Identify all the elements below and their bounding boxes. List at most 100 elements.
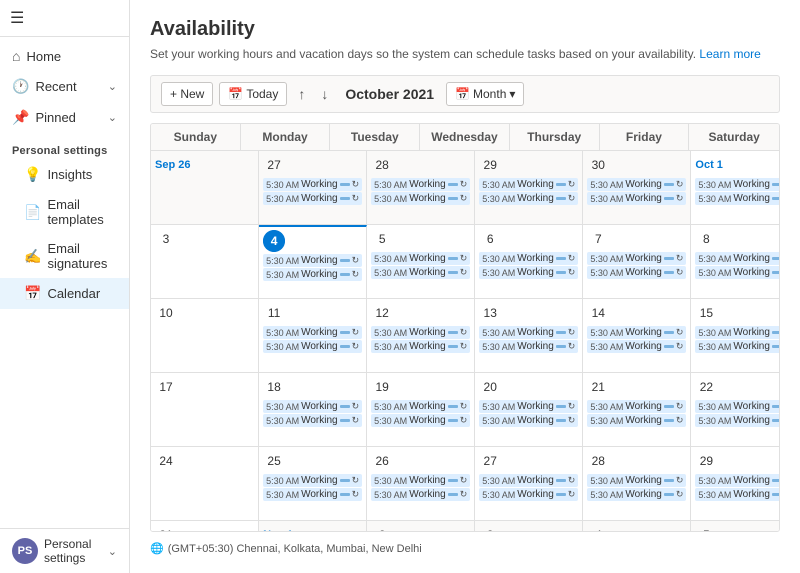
cal-cell-17[interactable]: 17 <box>151 373 259 447</box>
sidebar-item-insights[interactable]: 💡 Insights <box>0 159 129 190</box>
cal-cell-1[interactable]: Nov 15:30 AM Working ↻5:30 AM Working ↻ <box>259 521 367 532</box>
cal-cell-11[interactable]: 115:30 AM Working ↻5:30 AM Working ↻ <box>259 299 367 373</box>
cal-cell-2[interactable]: 25:30 AM Working ↻5:30 AM Working ↻ <box>367 521 475 532</box>
cal-cell-24[interactable]: 24 <box>151 447 259 521</box>
cal-cell-25[interactable]: 255:30 AM Working ↻5:30 AM Working ↻ <box>259 447 367 521</box>
cal-event[interactable]: 5:30 AM Working ↻ <box>587 326 686 339</box>
cal-cell-3[interactable]: 35:30 AM Working ↻5:30 AM Working ↻ <box>475 521 583 532</box>
cal-cell-1[interactable]: Oct 15:30 AM Working ↻5:30 AM Working ↻ <box>691 151 780 225</box>
cal-cell-12[interactable]: 125:30 AM Working ↻5:30 AM Working ↻ <box>367 299 475 373</box>
cal-event[interactable]: 5:30 AM Working ↻ <box>695 340 780 353</box>
cal-cell-30[interactable]: 305:30 AM Working ↻5:30 AM Working ↻ <box>583 151 691 225</box>
cal-event[interactable]: 5:30 AM Working ↻ <box>263 474 362 487</box>
sidebar-item-email-templates[interactable]: 📄 Email templates <box>0 190 129 234</box>
cal-event[interactable]: 5:30 AM Working ↻ <box>695 488 780 501</box>
cal-cell-5[interactable]: 55:30 AM Working ↻5:30 AM Working ↻ <box>367 225 475 299</box>
cal-event[interactable]: 5:30 AM Working ↻ <box>479 414 578 427</box>
cal-cell-31[interactable]: 315:30 AM Working ↻5:30 AM Working ↻ <box>151 521 259 532</box>
cal-cell-3[interactable]: 3 <box>151 225 259 299</box>
sidebar-item-home[interactable]: ⌂ Home <box>0 41 129 71</box>
cal-event[interactable]: 5:30 AM Working ↻ <box>263 268 362 281</box>
sidebar-item-pinned[interactable]: 📌 Pinned ⌄ <box>0 102 129 133</box>
cal-event[interactable]: 5:30 AM Working ↻ <box>371 192 470 205</box>
cal-event[interactable]: 5:30 AM Working ↻ <box>479 252 578 265</box>
sidebar-item-calendar[interactable]: 📅 Calendar <box>0 278 129 309</box>
cal-cell-18[interactable]: 185:30 AM Working ↻5:30 AM Working ↻ <box>259 373 367 447</box>
cal-event[interactable]: 5:30 AM Working ↻ <box>479 266 578 279</box>
cal-cell-10[interactable]: 10 <box>151 299 259 373</box>
cal-event[interactable]: 5:30 AM Working ↻ <box>695 400 780 413</box>
cal-event[interactable]: 5:30 AM Working ↻ <box>479 192 578 205</box>
today-button[interactable]: 📅 Today <box>219 82 287 106</box>
cal-event[interactable]: 5:30 AM Working ↻ <box>371 266 470 279</box>
cal-cell-4[interactable]: 45:30 AM Working ↻5:30 AM Working ↻ <box>259 225 367 299</box>
cal-event[interactable]: 5:30 AM Working ↻ <box>587 474 686 487</box>
cal-cell-29[interactable]: 295:30 AM Working ↻5:30 AM Working ↻ <box>691 447 780 521</box>
cal-event[interactable]: 5:30 AM Working ↻ <box>263 488 362 501</box>
cal-event[interactable]: 5:30 AM Working ↻ <box>587 340 686 353</box>
cal-cell-22[interactable]: 225:30 AM Working ↻5:30 AM Working ↻ <box>691 373 780 447</box>
cal-event[interactable]: 5:30 AM Working ↻ <box>587 400 686 413</box>
nav-down-button[interactable]: ↓ <box>316 83 333 105</box>
cal-cell-27[interactable]: 275:30 AM Working ↻5:30 AM Working ↻ <box>259 151 367 225</box>
cal-event[interactable]: 5:30 AM Working ↻ <box>263 400 362 413</box>
cal-event[interactable]: 5:30 AM Working ↻ <box>479 400 578 413</box>
cal-event[interactable]: 5:30 AM Working ↻ <box>263 254 362 267</box>
cal-event[interactable]: 5:30 AM Working ↻ <box>263 340 362 353</box>
sidebar-footer[interactable]: PS Personal settings ⌄ <box>0 528 129 573</box>
view-button[interactable]: 📅 Month ▾ <box>446 82 524 106</box>
cal-event[interactable]: 5:30 AM Working ↻ <box>263 178 362 191</box>
cal-event[interactable]: 5:30 AM Working ↻ <box>371 474 470 487</box>
cal-event[interactable]: 5:30 AM Working ↻ <box>371 400 470 413</box>
cal-cell-15[interactable]: 155:30 AM Working ↻5:30 AM Working ↻ <box>691 299 780 373</box>
cal-event[interactable]: 5:30 AM Working ↻ <box>695 192 780 205</box>
cal-cell-4[interactable]: 45:30 AM Working ↻5:30 AM Working ↻ <box>583 521 691 532</box>
cal-event[interactable]: 5:30 AM Working ↻ <box>587 266 686 279</box>
cal-event[interactable]: 5:30 AM Working ↻ <box>587 178 686 191</box>
cal-cell-20[interactable]: 205:30 AM Working ↻5:30 AM Working ↻ <box>475 373 583 447</box>
cal-event[interactable]: 5:30 AM Working ↻ <box>479 488 578 501</box>
cal-event[interactable]: 5:30 AM Working ↻ <box>695 326 780 339</box>
cal-event[interactable]: 5:30 AM Working ↻ <box>263 326 362 339</box>
cal-event[interactable]: 5:30 AM Working ↻ <box>587 488 686 501</box>
cal-event[interactable]: 5:30 AM Working ↻ <box>371 252 470 265</box>
nav-up-button[interactable]: ↑ <box>293 83 310 105</box>
cal-event[interactable]: 5:30 AM Working ↻ <box>479 178 578 191</box>
new-button[interactable]: + New <box>161 82 213 106</box>
cal-event[interactable]: 5:30 AM Working ↻ <box>587 192 686 205</box>
cal-cell-28[interactable]: 285:30 AM Working ↻5:30 AM Working ↻ <box>367 151 475 225</box>
cal-event[interactable]: 5:30 AM Working ↻ <box>263 414 362 427</box>
sidebar-item-recent[interactable]: 🕐 Recent ⌄ <box>0 71 129 102</box>
cal-cell-26[interactable]: 265:30 AM Working ↻5:30 AM Working ↻ <box>367 447 475 521</box>
cal-cell-29[interactable]: 295:30 AM Working ↻5:30 AM Working ↻ <box>475 151 583 225</box>
cal-cell-14[interactable]: 145:30 AM Working ↻5:30 AM Working ↻ <box>583 299 691 373</box>
cal-event[interactable]: 5:30 AM Working ↻ <box>371 326 470 339</box>
cal-event[interactable]: 5:30 AM Working ↻ <box>371 340 470 353</box>
cal-cell-7[interactable]: 75:30 AM Working ↻5:30 AM Working ↻ <box>583 225 691 299</box>
cal-event[interactable]: 5:30 AM Working ↻ <box>371 414 470 427</box>
cal-event[interactable]: 5:30 AM Working ↻ <box>695 414 780 427</box>
cal-event[interactable]: 5:30 AM Working ↻ <box>695 252 780 265</box>
cal-cell-28[interactable]: 285:30 AM Working ↻5:30 AM Working ↻ <box>583 447 691 521</box>
cal-event[interactable]: 5:30 AM Working ↻ <box>371 488 470 501</box>
cal-event[interactable]: 5:30 AM Working ↻ <box>695 266 780 279</box>
cal-event[interactable]: 5:30 AM Working ↻ <box>695 474 780 487</box>
cal-cell-5[interactable]: 55:30 AM Working ↻5:30 AM Working ↻ <box>691 521 780 532</box>
hamburger-icon[interactable]: ☰ <box>10 8 119 28</box>
cal-event[interactable]: 5:30 AM Working ↻ <box>695 178 780 191</box>
cal-event[interactable]: 5:30 AM Working ↻ <box>587 252 686 265</box>
cal-cell-26[interactable]: Sep 26 <box>151 151 259 225</box>
cal-event[interactable]: 5:30 AM Working ↻ <box>479 340 578 353</box>
cal-cell-8[interactable]: 85:30 AM Working ↻5:30 AM Working ↻ <box>691 225 780 299</box>
cal-cell-13[interactable]: 135:30 AM Working ↻5:30 AM Working ↻ <box>475 299 583 373</box>
cal-event[interactable]: 5:30 AM Working ↻ <box>479 474 578 487</box>
cal-cell-6[interactable]: 65:30 AM Working ↻5:30 AM Working ↻ <box>475 225 583 299</box>
learn-more-link[interactable]: Learn more <box>699 47 760 61</box>
cal-event[interactable]: 5:30 AM Working ↻ <box>371 178 470 191</box>
cal-event[interactable]: 5:30 AM Working ↻ <box>479 326 578 339</box>
cal-cell-19[interactable]: 195:30 AM Working ↻5:30 AM Working ↻ <box>367 373 475 447</box>
cal-event[interactable]: 5:30 AM Working ↻ <box>587 414 686 427</box>
cal-cell-27[interactable]: 275:30 AM Working ↻5:30 AM Working ↻ <box>475 447 583 521</box>
cal-cell-21[interactable]: 215:30 AM Working ↻5:30 AM Working ↻ <box>583 373 691 447</box>
cal-event[interactable]: 5:30 AM Working ↻ <box>263 192 362 205</box>
